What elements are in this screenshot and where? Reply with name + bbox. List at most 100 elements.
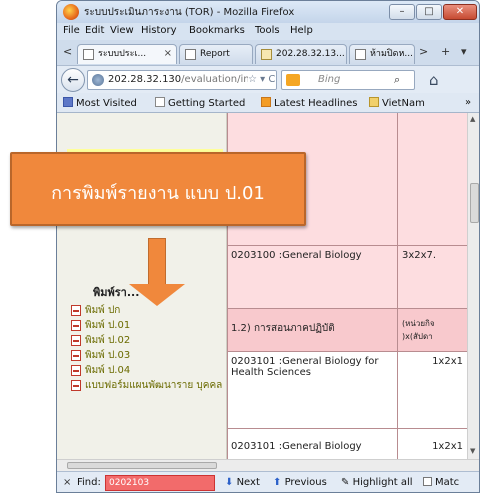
- callout-text: การพิมพ์รายงาน แบบ ป.01: [51, 183, 265, 204]
- button-label: Next: [236, 477, 260, 488]
- search-placeholder: Bing: [318, 74, 341, 85]
- match-case-checkbox[interactable]: Matc: [423, 477, 459, 488]
- most-visited-icon: [63, 97, 73, 107]
- find-next-button[interactable]: ⬇ Next: [225, 477, 260, 488]
- bookmark-label: VietNam: [382, 98, 425, 109]
- arrow-up-icon: ⬆: [273, 477, 282, 488]
- table-cell-value: 1x2x1: [432, 356, 463, 367]
- maximize-button[interactable]: □: [416, 4, 442, 20]
- table-divider: [227, 428, 467, 429]
- tab-tor[interactable]: ระบบประเ... ×: [77, 44, 177, 64]
- link-label: พิมพ์ ป.04: [85, 365, 131, 376]
- table-divider: [227, 245, 467, 246]
- find-close-button[interactable]: ×: [63, 477, 71, 488]
- find-previous-button[interactable]: ⬆ Previous: [273, 477, 327, 488]
- bookmarks-toolbar: Most Visited Getting Started Latest Head…: [57, 93, 479, 113]
- callout-arrow-shaft: [148, 238, 166, 286]
- scroll-down-icon[interactable]: ▼: [470, 447, 475, 455]
- url-bar[interactable]: 202.28.32.130/evaluation/inde ☆ ▾ C: [87, 70, 277, 90]
- highlighter-icon: ✎: [341, 477, 350, 488]
- globe-icon: [92, 74, 104, 86]
- tab-phpmyadmin[interactable]: 202.28.32.13...: [255, 44, 347, 64]
- find-label: Find:: [77, 477, 101, 488]
- minimize-button[interactable]: –: [389, 4, 415, 20]
- firefox-logo-icon: [63, 4, 79, 20]
- tab-close-button[interactable]: ×: [164, 45, 172, 63]
- bookmark-vietnam[interactable]: VietNam: [369, 97, 425, 109]
- development-plan-form-link[interactable]: แบบฟอร์มแผนพัฒนาราย บุคคล: [71, 378, 227, 393]
- pdf-icon: [71, 350, 81, 361]
- window-title: ระบบประเมินภาระงาน (TOR) - Mozilla Firef…: [84, 7, 295, 18]
- button-label: Previous: [284, 477, 327, 488]
- bing-icon[interactable]: [286, 74, 300, 86]
- pdf-icon: [71, 365, 81, 376]
- menu-tools[interactable]: Tools: [255, 25, 280, 36]
- bookmark-label: Latest Headlines: [274, 98, 358, 109]
- tab-scroll-right-button[interactable]: >: [419, 45, 428, 58]
- print-p03-link[interactable]: พิมพ์ ป.03: [71, 348, 227, 363]
- tab-label: ห้ามปิดห...: [370, 49, 413, 59]
- search-icon[interactable]: ⌕: [394, 71, 400, 89]
- firefox-window: ระบบประเมินภาระงาน (TOR) - Mozilla Firef…: [56, 0, 480, 493]
- print-p01-link[interactable]: พิมพ์ ป.01: [71, 318, 227, 333]
- scroll-thumb[interactable]: [470, 183, 479, 223]
- page-icon: [155, 97, 165, 107]
- link-label: พิมพ์ ป.03: [85, 350, 131, 361]
- menu-file[interactable]: File: [63, 25, 80, 36]
- link-label: พิมพ์ ป.01: [85, 320, 131, 331]
- print-p02-link[interactable]: พิมพ์ ป.02: [71, 333, 227, 348]
- table-cell: [398, 113, 467, 245]
- url-text: 202.28.32.130/evaluation/inde: [108, 71, 262, 89]
- scroll-thumb[interactable]: [67, 462, 217, 469]
- find-input[interactable]: 0202103: [105, 475, 215, 491]
- tab-list-button[interactable]: ▾: [461, 45, 467, 58]
- tab-report[interactable]: Report: [179, 44, 253, 64]
- tab-label: 202.28.32.13...: [276, 49, 345, 59]
- tab-scroll-left-button[interactable]: <: [63, 45, 72, 58]
- bookmark-label: Getting Started: [168, 98, 246, 109]
- link-label: แบบฟอร์มแผนพัฒนาราย บุคคล: [85, 380, 223, 391]
- annotation-callout: การพิมพ์รายงาน แบบ ป.01: [10, 152, 306, 226]
- vertical-scrollbar[interactable]: ▲ ▼: [467, 113, 479, 459]
- bookmark-latest-headlines[interactable]: Latest Headlines: [261, 97, 358, 109]
- table-divider: [397, 113, 398, 459]
- arrow-down-icon: ⬇: [225, 477, 234, 488]
- tab-label: Report: [200, 49, 230, 59]
- scroll-up-icon[interactable]: ▲: [470, 115, 475, 123]
- bookmark-most-visited[interactable]: Most Visited: [63, 97, 137, 109]
- url-host: 202.28.32.130: [108, 74, 182, 85]
- bookmarks-more-button[interactable]: »: [465, 97, 471, 108]
- phpmyadmin-icon: [261, 49, 272, 60]
- close-window-button[interactable]: ✕: [443, 4, 477, 20]
- url-actions[interactable]: ☆ ▾ C: [248, 71, 276, 89]
- navigation-bar: ← 202.28.32.130/evaluation/inde ☆ ▾ C Bi…: [57, 65, 479, 93]
- checkbox-label: Matc: [435, 477, 460, 488]
- highlight-all-button[interactable]: ✎ Highlight all: [341, 477, 413, 488]
- menu-history[interactable]: History: [141, 25, 177, 36]
- button-label: Highlight all: [352, 477, 413, 488]
- title-bar: ระบบประเมินภาระงาน (TOR) - Mozilla Firef…: [57, 1, 479, 23]
- table-cell-unit-note: (หน่วยกิจ )x(สัปดา: [398, 309, 467, 351]
- search-bar[interactable]: Bing ⌕: [281, 70, 415, 90]
- bookmark-getting-started[interactable]: Getting Started: [155, 97, 245, 109]
- back-button[interactable]: ←: [61, 68, 85, 92]
- tab-thai[interactable]: ห้ามปิดห...: [349, 44, 415, 64]
- bookmark-label: Most Visited: [76, 98, 137, 109]
- table-cell-course: 0203101 :General Biology for Health Scie…: [231, 356, 379, 378]
- menu-bookmarks[interactable]: Bookmarks: [189, 25, 245, 36]
- menu-edit[interactable]: Edit: [85, 25, 104, 36]
- table-cell-value: 3x2x7.: [398, 246, 467, 308]
- pdf-icon: [71, 335, 81, 346]
- new-tab-button[interactable]: +: [441, 45, 450, 58]
- print-menu: พิมพ์ ปก พิมพ์ ป.01 พิมพ์ ป.02 พิมพ์ ป.0…: [71, 303, 227, 393]
- table-cell-course: 0203100 :General Biology: [227, 246, 397, 308]
- print-p04-link[interactable]: พิมพ์ ป.04: [71, 363, 227, 378]
- tab-bar: < ระบบประเ... × Report 202.28.32.13... ห…: [57, 41, 479, 65]
- menu-help[interactable]: Help: [290, 25, 313, 36]
- checkbox-icon: [423, 477, 432, 486]
- horizontal-scrollbar[interactable]: [57, 459, 479, 471]
- menu-view[interactable]: View: [110, 25, 134, 36]
- pdf-icon: [71, 305, 81, 316]
- home-icon[interactable]: ⌂: [429, 71, 439, 89]
- folder-icon: [369, 97, 379, 107]
